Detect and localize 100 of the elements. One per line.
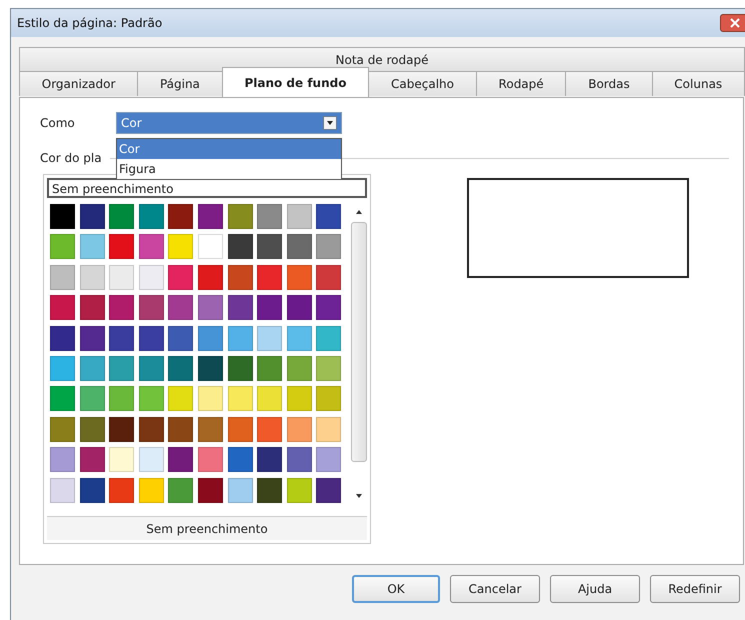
- color-swatch[interactable]: [80, 416, 105, 442]
- dropdown-option[interactable]: Figura: [117, 159, 341, 179]
- color-swatch[interactable]: [50, 264, 75, 290]
- color-swatch[interactable]: [138, 386, 164, 412]
- color-swatch[interactable]: [228, 478, 253, 503]
- color-swatch[interactable]: [138, 295, 164, 320]
- color-swatch[interactable]: [80, 204, 105, 229]
- color-swatch[interactable]: [138, 356, 164, 381]
- color-swatch[interactable]: [257, 326, 282, 351]
- color-swatch[interactable]: [257, 295, 282, 320]
- color-swatch[interactable]: [168, 264, 194, 290]
- color-swatch[interactable]: [316, 234, 342, 260]
- color-swatch[interactable]: [286, 386, 312, 412]
- color-swatch[interactable]: [168, 356, 194, 381]
- scroll-up-icon[interactable]: [354, 208, 364, 216]
- color-swatch[interactable]: [168, 386, 194, 412]
- color-swatch[interactable]: [168, 478, 194, 503]
- color-swatch[interactable]: [316, 326, 342, 351]
- color-swatch[interactable]: [286, 416, 312, 442]
- color-swatch[interactable]: [138, 447, 164, 472]
- color-swatch[interactable]: [198, 295, 223, 320]
- color-swatch[interactable]: [80, 478, 105, 503]
- color-swatch[interactable]: [50, 204, 75, 229]
- dialog-button[interactable]: Cancelar: [450, 575, 540, 603]
- color-swatch[interactable]: [286, 326, 312, 351]
- color-swatch[interactable]: [316, 447, 342, 472]
- color-swatch[interactable]: [138, 234, 164, 260]
- color-swatch[interactable]: [198, 386, 223, 412]
- color-swatch[interactable]: [138, 204, 164, 229]
- color-swatch[interactable]: [50, 295, 75, 320]
- color-swatch[interactable]: [80, 234, 105, 260]
- color-swatch[interactable]: [257, 204, 282, 229]
- color-swatch[interactable]: [228, 447, 253, 472]
- color-swatch[interactable]: [257, 416, 282, 442]
- color-swatch[interactable]: [138, 326, 164, 351]
- tab[interactable]: Organizador: [19, 71, 138, 96]
- color-swatch[interactable]: [228, 204, 253, 229]
- color-swatch[interactable]: [109, 386, 134, 412]
- color-swatch[interactable]: [316, 478, 342, 503]
- color-swatch[interactable]: [50, 356, 75, 381]
- color-swatch[interactable]: [257, 447, 282, 472]
- tab[interactable]: Página: [137, 71, 223, 96]
- color-swatch[interactable]: [168, 416, 194, 442]
- scroll-thumb[interactable]: [351, 222, 367, 462]
- color-swatch[interactable]: [316, 204, 342, 229]
- color-swatch[interactable]: [286, 295, 312, 320]
- color-swatch[interactable]: [316, 356, 342, 381]
- color-swatch[interactable]: [80, 264, 105, 290]
- color-swatch[interactable]: [228, 386, 253, 412]
- color-swatch[interactable]: [198, 356, 223, 381]
- color-swatch[interactable]: [138, 478, 164, 503]
- color-swatch[interactable]: [109, 416, 134, 442]
- color-swatch[interactable]: [50, 478, 75, 503]
- color-swatch[interactable]: [286, 204, 312, 229]
- tab[interactable]: Colunas: [652, 71, 745, 96]
- color-swatch[interactable]: [109, 326, 134, 351]
- tab[interactable]: Bordas: [565, 71, 653, 96]
- tab[interactable]: Nota de rodapé: [19, 47, 745, 71]
- color-swatch[interactable]: [198, 478, 223, 503]
- color-swatch[interactable]: [80, 326, 105, 351]
- color-swatch[interactable]: [228, 295, 253, 320]
- dialog-button[interactable]: Ajuda: [550, 575, 640, 603]
- color-swatch[interactable]: [168, 447, 194, 472]
- dropdown-option[interactable]: Cor: [117, 139, 341, 159]
- color-swatch[interactable]: [198, 416, 223, 442]
- scroll-down-icon[interactable]: [354, 492, 364, 500]
- close-button[interactable]: [720, 14, 745, 32]
- color-swatch[interactable]: [286, 447, 312, 472]
- color-swatch[interactable]: [109, 234, 134, 260]
- type-dropdown[interactable]: Cor: [116, 112, 342, 134]
- color-swatch[interactable]: [50, 234, 75, 260]
- color-swatch[interactable]: [257, 356, 282, 381]
- color-swatch[interactable]: [109, 478, 134, 503]
- color-swatch[interactable]: [286, 264, 312, 290]
- color-swatch[interactable]: [50, 386, 75, 412]
- color-swatch[interactable]: [198, 326, 223, 351]
- color-swatch[interactable]: [168, 234, 194, 260]
- color-swatch[interactable]: [316, 295, 342, 320]
- color-swatch[interactable]: [228, 264, 253, 290]
- color-swatch[interactable]: [316, 386, 342, 412]
- color-swatch[interactable]: [257, 386, 282, 412]
- color-swatch[interactable]: [198, 447, 223, 472]
- color-swatch[interactable]: [228, 234, 253, 260]
- color-swatch[interactable]: [257, 478, 282, 503]
- color-swatch[interactable]: [80, 356, 105, 381]
- color-swatch[interactable]: [168, 326, 194, 351]
- color-swatch[interactable]: [80, 295, 105, 320]
- tab[interactable]: Rodapé: [476, 71, 566, 96]
- color-swatch[interactable]: [109, 204, 134, 229]
- color-swatch[interactable]: [168, 295, 194, 320]
- color-swatch[interactable]: [138, 416, 164, 442]
- color-swatch[interactable]: [257, 264, 282, 290]
- color-swatch[interactable]: [286, 478, 312, 503]
- color-swatch[interactable]: [50, 416, 75, 442]
- dialog-button[interactable]: OK: [352, 575, 440, 603]
- dialog-button[interactable]: Redefinir: [650, 575, 740, 603]
- color-swatch[interactable]: [80, 386, 105, 412]
- color-swatch[interactable]: [109, 447, 134, 472]
- tab[interactable]: Cabeçalho: [368, 71, 477, 96]
- color-swatch[interactable]: [109, 295, 134, 320]
